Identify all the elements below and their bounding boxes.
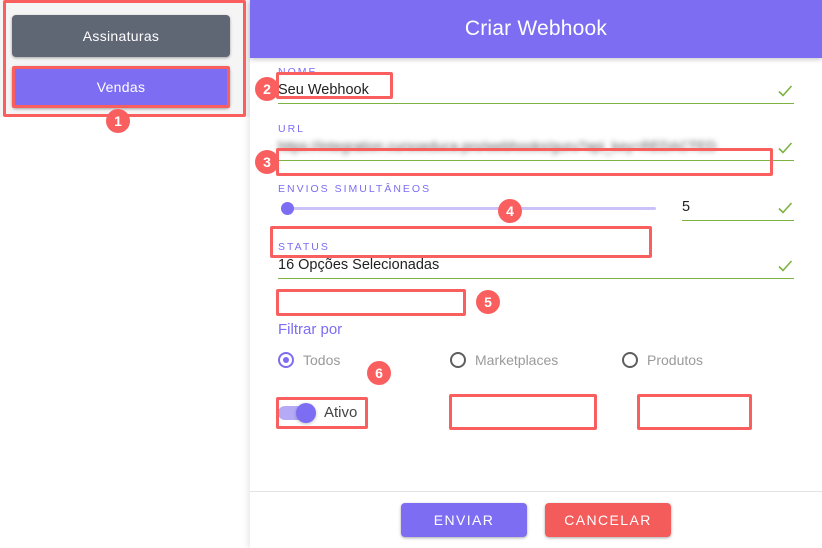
submit-button[interactable]: ENVIAR	[401, 503, 527, 537]
radio-selected-icon[interactable]	[278, 352, 294, 368]
ativo-toggle-label: Ativo	[324, 404, 358, 421]
filter-radio-group: Todos Marketplaces Produtos	[278, 338, 794, 368]
field-nome-label: NOME	[278, 66, 318, 78]
radio-marketplaces-label: Marketplaces	[475, 352, 559, 368]
toggle-knob	[296, 402, 316, 423]
left-panel: Assinaturas Vendas	[0, 0, 250, 548]
nome-input[interactable]: Seu Webhook	[278, 80, 776, 103]
field-nome: NOME Seu Webhook	[278, 58, 794, 104]
slider-thumb[interactable]	[281, 201, 294, 215]
check-icon	[776, 82, 794, 100]
ativo-toggle[interactable]	[278, 402, 316, 423]
radio-unselected-icon[interactable]	[622, 352, 638, 368]
check-icon	[776, 139, 794, 157]
status-select[interactable]: 16 Opções Selecionadas	[278, 255, 776, 278]
field-status-row[interactable]: 16 Opções Selecionadas	[278, 253, 794, 279]
field-url-label: URL	[278, 123, 306, 135]
screenshot-root: Assinaturas Vendas Criar Webhook NOME Se…	[0, 0, 822, 548]
radio-todos-label: Todos	[303, 352, 341, 368]
field-status: STATUS 16 Opções Selecionadas	[278, 221, 794, 279]
field-url: URL https://integration.cursoeduca.pro/w…	[278, 104, 794, 161]
filter-section: Filtrar por Todos Marketplaces Produtos	[278, 279, 794, 368]
page-title: Criar Webhook	[464, 17, 608, 40]
sidebar-item-assinaturas[interactable]: Assinaturas	[12, 15, 230, 57]
field-url-row[interactable]: https://integration.cursoeduca.pro/webho…	[278, 135, 794, 161]
envios-slider[interactable]	[278, 195, 660, 221]
filter-label: Filtrar por	[278, 321, 343, 338]
field-status-label: STATUS	[278, 241, 330, 253]
radio-unselected-icon[interactable]	[450, 352, 466, 368]
ativo-toggle-row[interactable]: Ativo	[278, 368, 794, 423]
field-nome-row[interactable]: Seu Webhook	[278, 78, 794, 104]
cancel-button[interactable]: CANCELAR	[545, 503, 671, 537]
radio-todos[interactable]: Todos	[278, 352, 450, 368]
field-envios-simultaneos: ENVIOS SIMULTÂNEOS 5	[278, 161, 794, 221]
dialog-form-body: NOME Seu Webhook URL https://integration…	[250, 58, 822, 492]
envios-value-input[interactable]: 5	[682, 197, 776, 220]
radio-produtos[interactable]: Produtos	[622, 352, 703, 368]
dialog-footer: ENVIAR CANCELAR	[250, 492, 822, 548]
radio-produtos-label: Produtos	[647, 352, 704, 368]
url-input[interactable]: https://integration.cursoeduca.pro/webho…	[278, 137, 776, 160]
sidebar-item-vendas[interactable]: Vendas	[12, 66, 230, 108]
field-envios-label: ENVIOS SIMULTÂNEOS	[278, 183, 432, 195]
create-webhook-dialog: Criar Webhook NOME Seu Webhook URL https…	[250, 0, 822, 548]
check-icon	[776, 199, 794, 217]
envios-value-row[interactable]: 5	[682, 195, 794, 221]
radio-marketplaces[interactable]: Marketplaces	[450, 352, 622, 368]
dialog-title-bar: Criar Webhook	[250, 0, 822, 58]
check-icon	[776, 257, 794, 275]
slider-track	[286, 206, 656, 210]
